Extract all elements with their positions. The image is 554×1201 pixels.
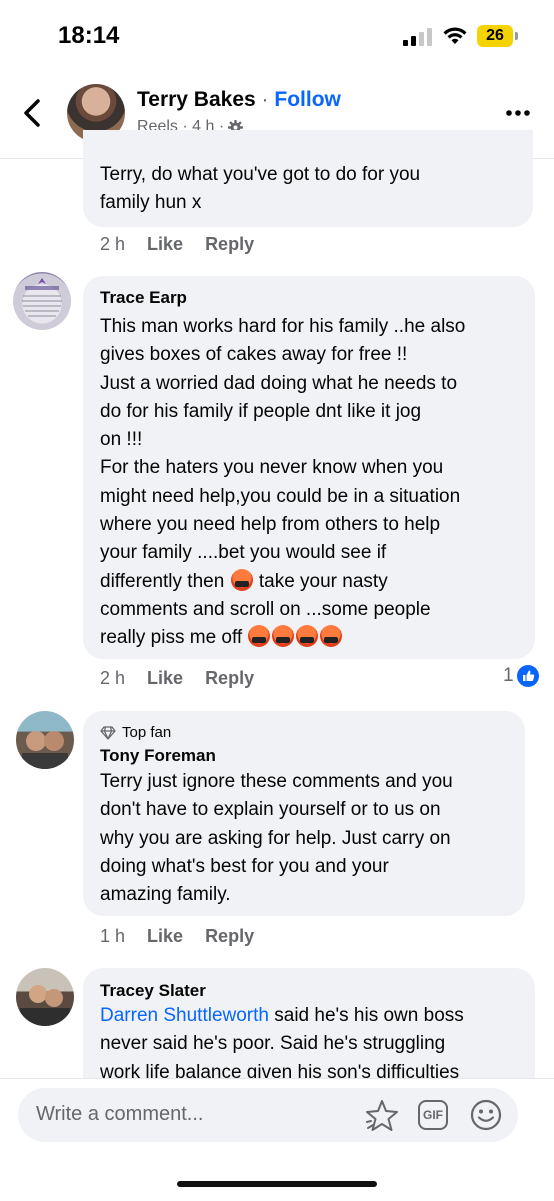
angry-face-emoji [230,568,253,591]
comment-line-part: differently then [100,570,225,592]
comment-line: This man works hard for his family ..he … [100,316,466,337]
comment-author[interactable]: Tracey Slater [100,981,206,1001]
reaction-count: 1 [503,665,514,686]
commenter-avatar[interactable] [16,711,74,769]
comment-line: differently then take your nasty [100,568,465,596]
angry-face-emoji [296,625,319,648]
comment-line: Terry just ignore these comments and you [100,771,453,792]
comment-text: Darren Shuttleworth said he's his own bo… [100,1002,464,1078]
comment-line: where you need help from others to help [100,514,441,536]
status-time: 18:14 [58,22,120,49]
comment-line: why you are asking for help. Just carry … [100,827,451,849]
commenter-avatar[interactable] [13,272,71,330]
comment-bubble[interactable]: Trace Earp This man works hard for his f… [83,276,535,659]
angry-face-emoji [248,625,271,648]
comment-line: Darren Shuttleworth said he's his own bo… [100,1002,464,1030]
comment-line: don't have to explain yourself or to us … [100,799,441,821]
home-indicator[interactable] [177,1181,377,1187]
reaction-summary[interactable]: 1 [503,665,539,687]
comment-bubble[interactable]: Top fan Tony Foreman Terry just ignore t… [83,711,525,916]
comment-line-part: said he's his own boss [268,1005,464,1026]
gif-button[interactable]: GIF [418,1100,448,1130]
comment-text: Terry just ignore these comments and you… [100,768,453,909]
comment-line-part: take your nasty [258,570,388,592]
comment-line: Terry, do what you've got to do for you [100,164,421,185]
comment-line: doing what's best for you and your [100,855,389,877]
comment-bubble[interactable]: Tracey Slater Darren Shuttleworth said h… [83,968,535,1078]
wifi-icon [443,27,467,44]
comment-line: amazing family. [100,884,231,906]
comment-line: comments and scroll on ...some people [100,598,431,620]
comment-line: never said he's poor. Said he's struggli… [100,1033,446,1055]
comment-author[interactable]: Tony Foreman [100,746,216,766]
angry-face-emoji [320,625,343,648]
comment-text: Terry, do what you've got to do for you … [100,161,420,218]
cellular-signal-icon [403,28,432,46]
reply-button[interactable]: Reply [205,668,254,689]
comment-time: 2 h [100,234,126,254]
author-name[interactable]: Terry Bakes [137,88,256,111]
reply-button[interactable]: Reply [205,234,254,255]
comment-line: gives boxes of cakes away for free !! [100,344,408,366]
comment-line: do for his family if people dnt like it … [100,400,422,422]
comment-input[interactable]: Write a comment... GIF [18,1088,518,1142]
badge-label: Top fan [122,724,172,741]
comment-line: on !!! [100,429,143,451]
comment-time: 2 h [100,668,126,688]
profile-photo [22,731,68,769]
like-button[interactable]: Like [147,668,183,689]
comment-line: For the haters you never know when you [100,457,444,479]
mention-link[interactable]: Darren Shuttleworth [100,1005,269,1026]
top-fan-badge: Top fan [100,724,171,741]
more-options-icon[interactable] [506,110,530,116]
like-button[interactable]: Like [147,926,183,947]
name-separator: · [255,88,275,111]
comment-text: This man works hard for his family ..he … [100,313,465,653]
comment-author[interactable]: Trace Earp [100,288,187,308]
comment-line: Just a worried dad doing what he needs t… [100,372,458,394]
comment-line: really piss me off [100,624,465,652]
avatar-sticker-icon[interactable] [364,1098,400,1134]
reply-button[interactable]: Reply [205,926,254,947]
battery-indicator: 26 [477,25,513,47]
status-bar: 18:14 26 [0,0,554,70]
comment-actions: 2 h Like Reply [100,668,254,689]
author-line: Terry Bakes · Follow [137,88,341,112]
comment-line: might need help,you could be in a situat… [100,485,461,507]
comment-actions: 1 h Like Reply [100,926,254,947]
comment-line: your family ....bet you would see if [100,542,387,564]
comment-time: 1 h [100,926,126,946]
angry-face-emoji [272,625,295,648]
comment-actions: 2 h Like Reply [100,234,254,255]
emoji-picker-icon[interactable] [470,1099,502,1131]
comment-line-part: really piss me off [100,627,243,649]
follow-button[interactable]: Follow [274,88,341,111]
battery-tip [515,32,518,40]
comment-line: work life balance given his son's diffic… [100,1061,460,1078]
diamond-icon [100,725,116,740]
like-reaction-icon [516,665,539,687]
like-button[interactable]: Like [147,234,183,255]
comment-placeholder: Write a comment... [36,1103,204,1125]
comment-clip: Tracey Slater Darren Shuttleworth said h… [0,968,554,1078]
back-chevron-icon[interactable] [20,98,44,128]
lupus-ribbon-icon [22,278,62,317]
comment-bubble[interactable]: Terry, do what you've got to do for you … [83,130,533,227]
comment-line: family hun x [100,192,202,214]
